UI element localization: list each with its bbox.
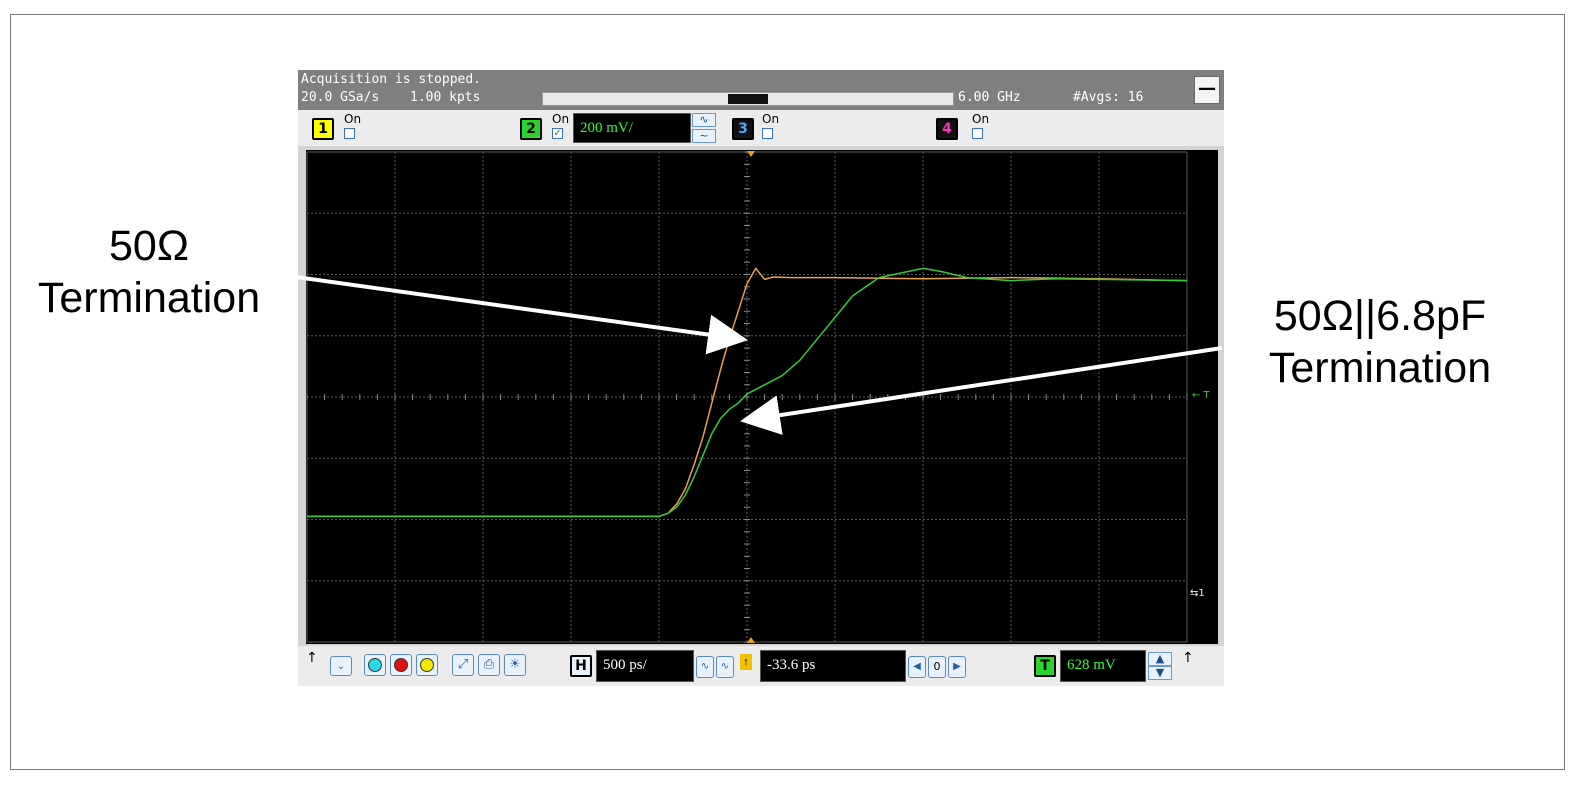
status-bar: Acquisition is stopped. 20.0 GSa/s 1.00 …	[298, 70, 1224, 110]
horizontal-button[interactable]: H	[570, 655, 592, 677]
sample-rate: 20.0 GSa/s	[301, 90, 380, 105]
brightness-icon[interactable]: ☀	[504, 654, 526, 676]
channel-1-checkbox[interactable]	[344, 128, 355, 139]
horizontal-scale-field[interactable]: 500 ps/	[596, 650, 694, 682]
coarse-adjust-button[interactable]: ∿	[716, 656, 734, 678]
channel-bar: 1 On 2 On ✓ 200 mV/ ∿ ~ 3 On 4 On	[298, 110, 1224, 146]
clear-display-button[interactable]	[364, 654, 386, 676]
averages: #Avgs: 16	[1073, 90, 1144, 105]
delay-marker-icon: ↑	[740, 654, 752, 670]
single-button[interactable]	[416, 654, 438, 676]
bandwidth: 6.00 GHz	[958, 90, 1021, 105]
channel-1-on-label: On	[344, 112, 362, 126]
channel-2-coupling-ac-button[interactable]: ∿	[692, 113, 716, 127]
acquisition-status: Acquisition is stopped.	[301, 72, 482, 87]
annotation-50ohm-cap-line1: 50Ω||6.8pF	[1273, 292, 1487, 340]
annotation-50ohm-line1: 50Ω	[109, 222, 189, 270]
trigger-up-arrow-icon: ↑	[1182, 650, 1194, 666]
channel-2-on-label: On	[552, 112, 570, 126]
fine-adjust-button[interactable]: ∿	[696, 656, 714, 678]
channel-2-checkbox[interactable]: ✓	[552, 128, 563, 139]
acquisition-progress	[542, 92, 954, 106]
trigger-position-marker	[728, 94, 768, 104]
delay-right-button[interactable]: ▶	[948, 656, 966, 678]
annotation-50ohm-line2: Termination	[37, 274, 261, 322]
channel-3-button[interactable]: 3	[732, 118, 754, 140]
graticule	[306, 151, 1188, 643]
channel-2-scale-field[interactable]: 200 mV/	[573, 113, 691, 143]
annotation-50ohm-cap: 50Ω||6.8pF Termination	[1245, 290, 1515, 394]
channel-4-checkbox[interactable]	[972, 128, 983, 139]
annotation-50ohm-cap-line2: Termination	[1268, 344, 1492, 392]
delay-field[interactable]: -33.6 ps	[760, 650, 906, 682]
trigger-level-down-button[interactable]: ▼	[1148, 666, 1172, 680]
minimize-button[interactable]: —	[1194, 76, 1220, 104]
channel-1-button[interactable]: 1	[312, 118, 334, 140]
annotation-50ohm: 50Ω Termination	[18, 220, 280, 324]
trigger-time-marker-top	[747, 151, 755, 157]
channel-ground-marker: ⇆1	[1190, 588, 1205, 599]
channel-4-button[interactable]: 4	[936, 118, 958, 140]
print-icon[interactable]: ⎙	[478, 654, 500, 676]
trigger-level-up-button[interactable]: ▲	[1148, 652, 1172, 666]
up-arrow-icon: ↑	[306, 650, 318, 666]
channel-3-checkbox[interactable]	[762, 128, 773, 139]
record-length: 1.00 kpts	[410, 90, 481, 105]
channel-4-on-label: On	[972, 112, 990, 126]
channel-2-coupling-dc-button[interactable]: ~	[692, 129, 716, 143]
delay-left-button[interactable]: ◀	[908, 656, 926, 678]
control-bar: ↑ ⌄ ⤢ ⎙ ☀ H 500 ps/ ∿ ∿ ↑ -33.6 ps ◀ 0 ▶…	[298, 646, 1224, 686]
trigger-button[interactable]: T	[1034, 655, 1056, 677]
trigger-time-marker-bottom	[747, 637, 755, 643]
delay-zero-button[interactable]: 0	[928, 656, 946, 678]
stop-button[interactable]	[390, 654, 412, 676]
waveform-svg: ← T ⇆1	[306, 151, 1211, 643]
oscilloscope-window: Acquisition is stopped. 20.0 GSa/s 1.00 …	[298, 70, 1224, 686]
waveform-display[interactable]: ← T ⇆1	[306, 150, 1218, 644]
channel-2-button[interactable]: 2	[520, 118, 542, 140]
scroll-down-button[interactable]: ⌄	[330, 656, 352, 676]
trigger-level-field[interactable]: 628 mV	[1060, 650, 1146, 682]
autoscale-icon[interactable]: ⤢	[452, 654, 474, 676]
channel-3-on-label: On	[762, 112, 780, 126]
trigger-level-marker: ← T	[1192, 390, 1211, 401]
